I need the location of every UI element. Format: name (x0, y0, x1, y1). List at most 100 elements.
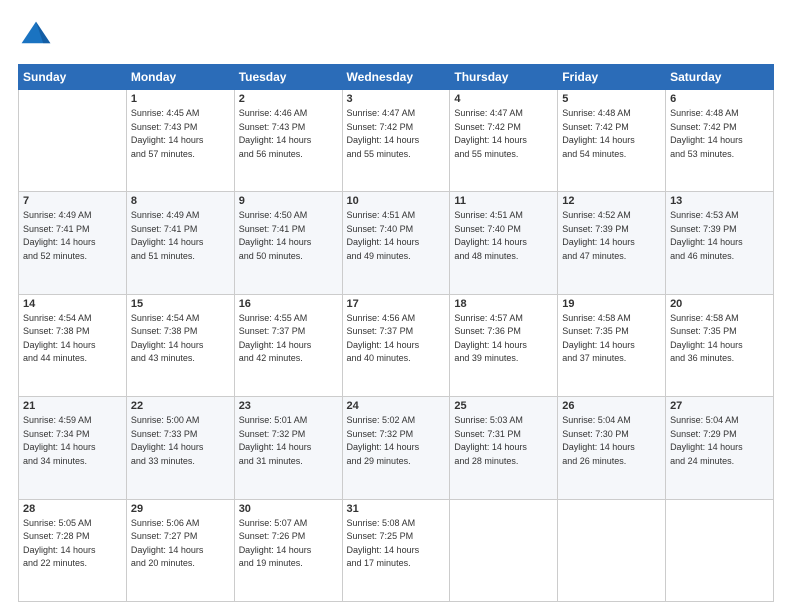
day-info: Sunrise: 5:04 AMSunset: 7:29 PMDaylight:… (670, 414, 769, 468)
day-cell: 19Sunrise: 4:58 AMSunset: 7:35 PMDayligh… (558, 294, 666, 396)
day-number: 21 (23, 400, 122, 412)
day-info: Sunrise: 4:57 AMSunset: 7:36 PMDaylight:… (454, 312, 553, 366)
day-info: Sunrise: 4:56 AMSunset: 7:37 PMDaylight:… (347, 312, 446, 366)
day-info: Sunrise: 5:00 AMSunset: 7:33 PMDaylight:… (131, 414, 230, 468)
day-cell (666, 499, 774, 601)
day-number: 5 (562, 93, 661, 105)
day-info: Sunrise: 4:46 AMSunset: 7:43 PMDaylight:… (239, 107, 338, 161)
weekday-header-monday: Monday (126, 65, 234, 90)
weekday-header-wednesday: Wednesday (342, 65, 450, 90)
day-info: Sunrise: 5:06 AMSunset: 7:27 PMDaylight:… (131, 517, 230, 571)
weekday-header-saturday: Saturday (666, 65, 774, 90)
day-number: 11 (454, 195, 553, 207)
day-info: Sunrise: 4:54 AMSunset: 7:38 PMDaylight:… (131, 312, 230, 366)
day-cell: 25Sunrise: 5:03 AMSunset: 7:31 PMDayligh… (450, 397, 558, 499)
weekday-header-friday: Friday (558, 65, 666, 90)
day-info: Sunrise: 5:01 AMSunset: 7:32 PMDaylight:… (239, 414, 338, 468)
day-cell: 4Sunrise: 4:47 AMSunset: 7:42 PMDaylight… (450, 90, 558, 192)
day-cell: 14 Sunrise: 4:54 AMSunset: 7:38 PMDayligh… (19, 294, 127, 396)
day-info: Sunrise: 4:49 AMSunset: 7:41 PMDaylight:… (131, 209, 230, 263)
day-info: Sunrise: 4:52 AMSunset: 7:39 PMDaylight:… (562, 209, 661, 263)
weekday-header-row: SundayMondayTuesdayWednesdayThursdayFrid… (19, 65, 774, 90)
day-number: 19 (562, 298, 661, 310)
header (18, 18, 774, 54)
day-cell: 20 Sunrise: 4:58 AMSunset: 7:35 PMDayligh… (666, 294, 774, 396)
day-number: 12 (562, 195, 661, 207)
page: SundayMondayTuesdayWednesdayThursdayFrid… (0, 0, 792, 612)
day-number: 17 (347, 298, 446, 310)
day-cell: 29 Sunrise: 5:06 AMSunset: 7:27 PMDayligh… (126, 499, 234, 601)
day-number: 14 (23, 298, 122, 310)
day-info: Sunrise: 4:51 AMSunset: 7:40 PMDaylight:… (454, 209, 553, 263)
day-number: 10 (347, 195, 446, 207)
day-info: Sunrise: 5:08 AMSunset: 7:25 PMDaylight:… (347, 517, 446, 571)
day-info: Sunrise: 4:54 AMSunset: 7:38 PMDaylight:… (23, 312, 122, 366)
day-number: 29 (131, 503, 230, 515)
day-number: 3 (347, 93, 446, 105)
day-cell: 7 Sunrise: 4:49 AMSunset: 7:41 PMDaylight… (19, 192, 127, 294)
day-info: Sunrise: 4:47 AMSunset: 7:42 PMDaylight:… (347, 107, 446, 161)
day-number: 28 (23, 503, 122, 515)
day-info: Sunrise: 4:49 AMSunset: 7:41 PMDaylight:… (23, 209, 122, 263)
day-cell: 24 Sunrise: 5:02 AMSunset: 7:32 PMDayligh… (342, 397, 450, 499)
day-cell: 17 Sunrise: 4:56 AMSunset: 7:37 PMDayligh… (342, 294, 450, 396)
day-number: 24 (347, 400, 446, 412)
day-cell: 28 Sunrise: 5:05 AMSunset: 7:28 PMDayligh… (19, 499, 127, 601)
day-cell: 8Sunrise: 4:49 AMSunset: 7:41 PMDaylight… (126, 192, 234, 294)
day-info: Sunrise: 5:04 AMSunset: 7:30 PMDaylight:… (562, 414, 661, 468)
day-cell: 11 Sunrise: 4:51 AMSunset: 7:40 PMDayligh… (450, 192, 558, 294)
calendar: SundayMondayTuesdayWednesdayThursdayFrid… (18, 64, 774, 602)
day-info: Sunrise: 4:58 AMSunset: 7:35 PMDaylight:… (670, 312, 769, 366)
day-cell: 31 Sunrise: 5:08 AMSunset: 7:25 PMDayligh… (342, 499, 450, 601)
day-cell: 1 Sunrise: 4:45 AMSunset: 7:43 PMDaylight… (126, 90, 234, 192)
day-number: 13 (670, 195, 769, 207)
day-info: Sunrise: 4:53 AMSunset: 7:39 PMDaylight:… (670, 209, 769, 263)
day-number: 18 (454, 298, 553, 310)
day-cell: 9Sunrise: 4:50 AMSunset: 7:41 PMDaylight… (234, 192, 342, 294)
day-number: 2 (239, 93, 338, 105)
day-cell: 18 Sunrise: 4:57 AMSunset: 7:36 PMDayligh… (450, 294, 558, 396)
week-row-2: 7 Sunrise: 4:49 AMSunset: 7:41 PMDaylight… (19, 192, 774, 294)
day-cell (19, 90, 127, 192)
day-cell: 6 Sunrise: 4:48 AMSunset: 7:42 PMDaylight… (666, 90, 774, 192)
week-row-4: 21 Sunrise: 4:59 AMSunset: 7:34 PMDayligh… (19, 397, 774, 499)
day-number: 27 (670, 400, 769, 412)
day-cell: 27 Sunrise: 5:04 AMSunset: 7:29 PMDayligh… (666, 397, 774, 499)
day-number: 23 (239, 400, 338, 412)
day-cell: 16Sunrise: 4:55 AMSunset: 7:37 PMDayligh… (234, 294, 342, 396)
weekday-header-thursday: Thursday (450, 65, 558, 90)
day-number: 7 (23, 195, 122, 207)
day-number: 26 (562, 400, 661, 412)
day-info: Sunrise: 5:07 AMSunset: 7:26 PMDaylight:… (239, 517, 338, 571)
week-row-3: 14 Sunrise: 4:54 AMSunset: 7:38 PMDayligh… (19, 294, 774, 396)
logo (18, 18, 58, 54)
day-info: Sunrise: 5:05 AMSunset: 7:28 PMDaylight:… (23, 517, 122, 571)
day-info: Sunrise: 4:45 AMSunset: 7:43 PMDaylight:… (131, 107, 230, 161)
day-info: Sunrise: 4:48 AMSunset: 7:42 PMDaylight:… (670, 107, 769, 161)
day-info: Sunrise: 4:47 AMSunset: 7:42 PMDaylight:… (454, 107, 553, 161)
day-info: Sunrise: 4:48 AMSunset: 7:42 PMDaylight:… (562, 107, 661, 161)
day-number: 15 (131, 298, 230, 310)
day-info: Sunrise: 4:55 AMSunset: 7:37 PMDaylight:… (239, 312, 338, 366)
day-info: Sunrise: 5:03 AMSunset: 7:31 PMDaylight:… (454, 414, 553, 468)
day-number: 6 (670, 93, 769, 105)
day-cell (558, 499, 666, 601)
day-number: 22 (131, 400, 230, 412)
day-cell: 23 Sunrise: 5:01 AMSunset: 7:32 PMDayligh… (234, 397, 342, 499)
day-info: Sunrise: 5:02 AMSunset: 7:32 PMDaylight:… (347, 414, 446, 468)
day-cell: 26 Sunrise: 5:04 AMSunset: 7:30 PMDayligh… (558, 397, 666, 499)
logo-icon (18, 18, 54, 54)
day-cell: 12 Sunrise: 4:52 AMSunset: 7:39 PMDayligh… (558, 192, 666, 294)
day-cell: 2 Sunrise: 4:46 AMSunset: 7:43 PMDaylight… (234, 90, 342, 192)
day-cell: 22 Sunrise: 5:00 AMSunset: 7:33 PMDayligh… (126, 397, 234, 499)
weekday-header-sunday: Sunday (19, 65, 127, 90)
day-number: 20 (670, 298, 769, 310)
day-number: 9 (239, 195, 338, 207)
week-row-5: 28 Sunrise: 5:05 AMSunset: 7:28 PMDayligh… (19, 499, 774, 601)
day-number: 30 (239, 503, 338, 515)
day-info: Sunrise: 4:51 AMSunset: 7:40 PMDaylight:… (347, 209, 446, 263)
day-number: 31 (347, 503, 446, 515)
day-cell: 10 Sunrise: 4:51 AMSunset: 7:40 PMDayligh… (342, 192, 450, 294)
day-info: Sunrise: 4:59 AMSunset: 7:34 PMDaylight:… (23, 414, 122, 468)
day-number: 1 (131, 93, 230, 105)
